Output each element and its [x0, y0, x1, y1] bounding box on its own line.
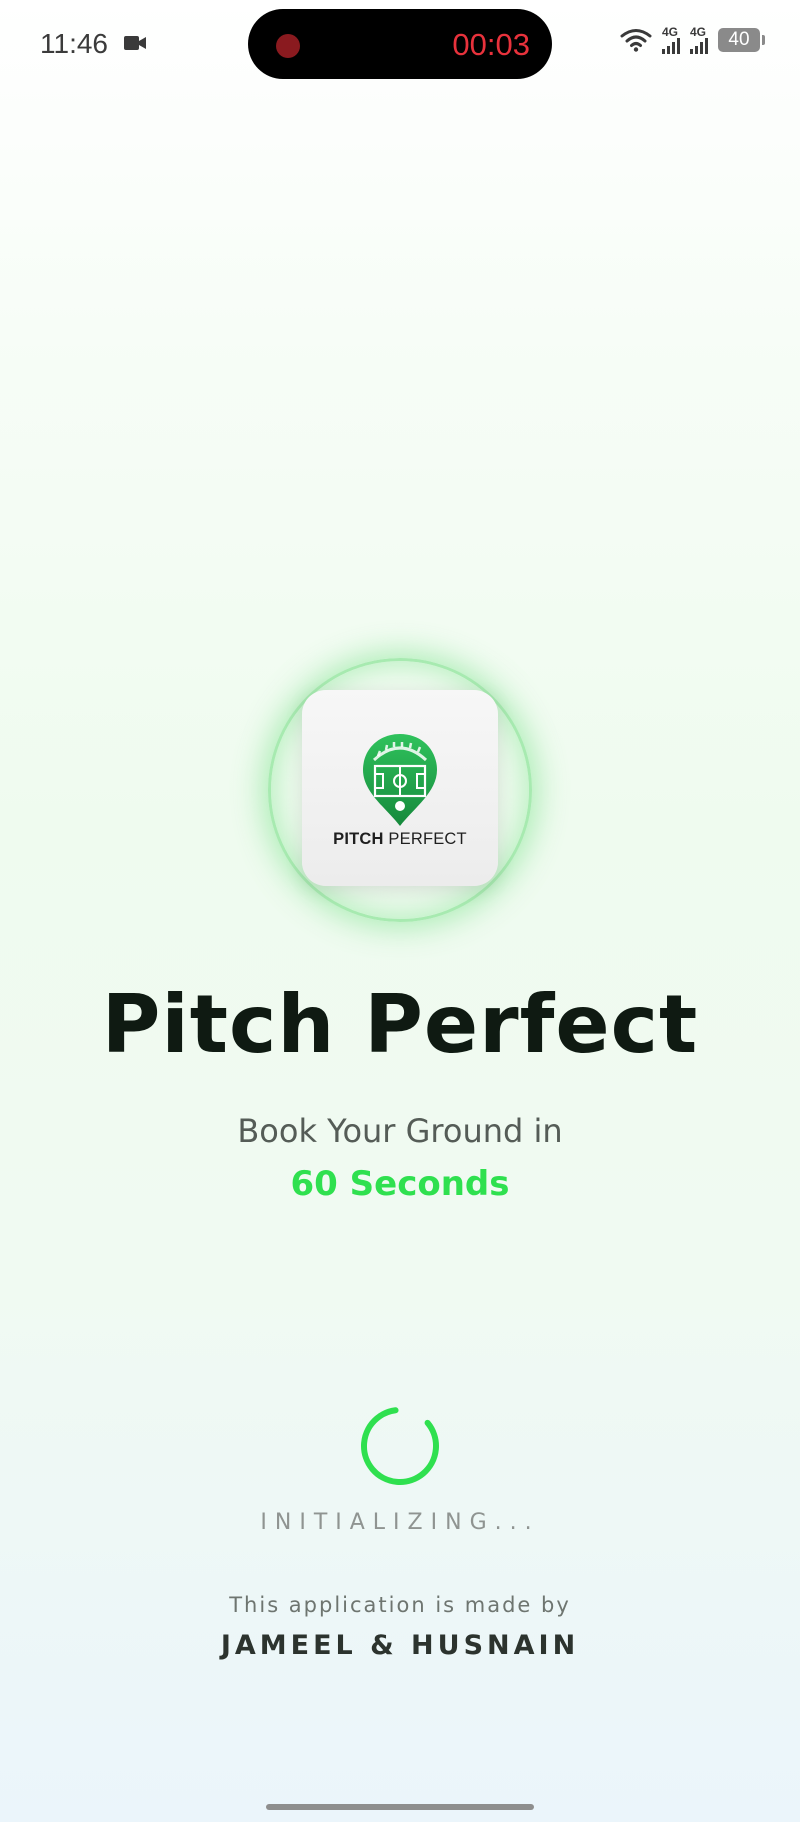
logo-text-bold: PITCH: [333, 830, 384, 848]
loading-spinner: [361, 1407, 439, 1485]
battery-level: 40: [728, 29, 750, 50]
pitch-location-pin-icon: [363, 734, 437, 826]
status-icons: 4G 4G 40: [620, 26, 765, 54]
app-title: Pitch Perfect: [101, 978, 699, 1071]
status-time: 11:46: [40, 28, 108, 59]
battery-icon: 40: [718, 28, 765, 52]
app-logo: PITCH PERFECT: [268, 658, 532, 922]
network-type-1: 4G: [662, 25, 679, 39]
tagline: Book Your Ground in: [237, 1112, 563, 1150]
logo-wordmark: PITCH PERFECT: [302, 830, 498, 849]
record-dot-icon: [276, 34, 300, 58]
signal-icon: 4G: [690, 26, 708, 54]
signal-icon: 4G: [662, 26, 680, 54]
tagline-highlight: 60 Seconds: [290, 1164, 510, 1204]
credit-line: This application is made by: [229, 1593, 571, 1617]
status-bar: 11:46 00:03 4G 4G 40: [0, 0, 800, 90]
network-type-2: 4G: [690, 25, 707, 39]
home-indicator[interactable]: [266, 1804, 534, 1810]
credit-names: JAMEEL & HUSNAIN: [220, 1630, 580, 1661]
camera-icon: [124, 36, 146, 50]
recording-timer: 00:03: [452, 27, 530, 62]
screen-recording-indicator[interactable]: 00:03: [248, 9, 552, 79]
wifi-icon: [620, 29, 652, 52]
logo-card: PITCH PERFECT: [302, 690, 498, 886]
loading-status-text: INITIALIZING...: [260, 1510, 540, 1535]
logo-text-regular: PERFECT: [383, 830, 467, 848]
